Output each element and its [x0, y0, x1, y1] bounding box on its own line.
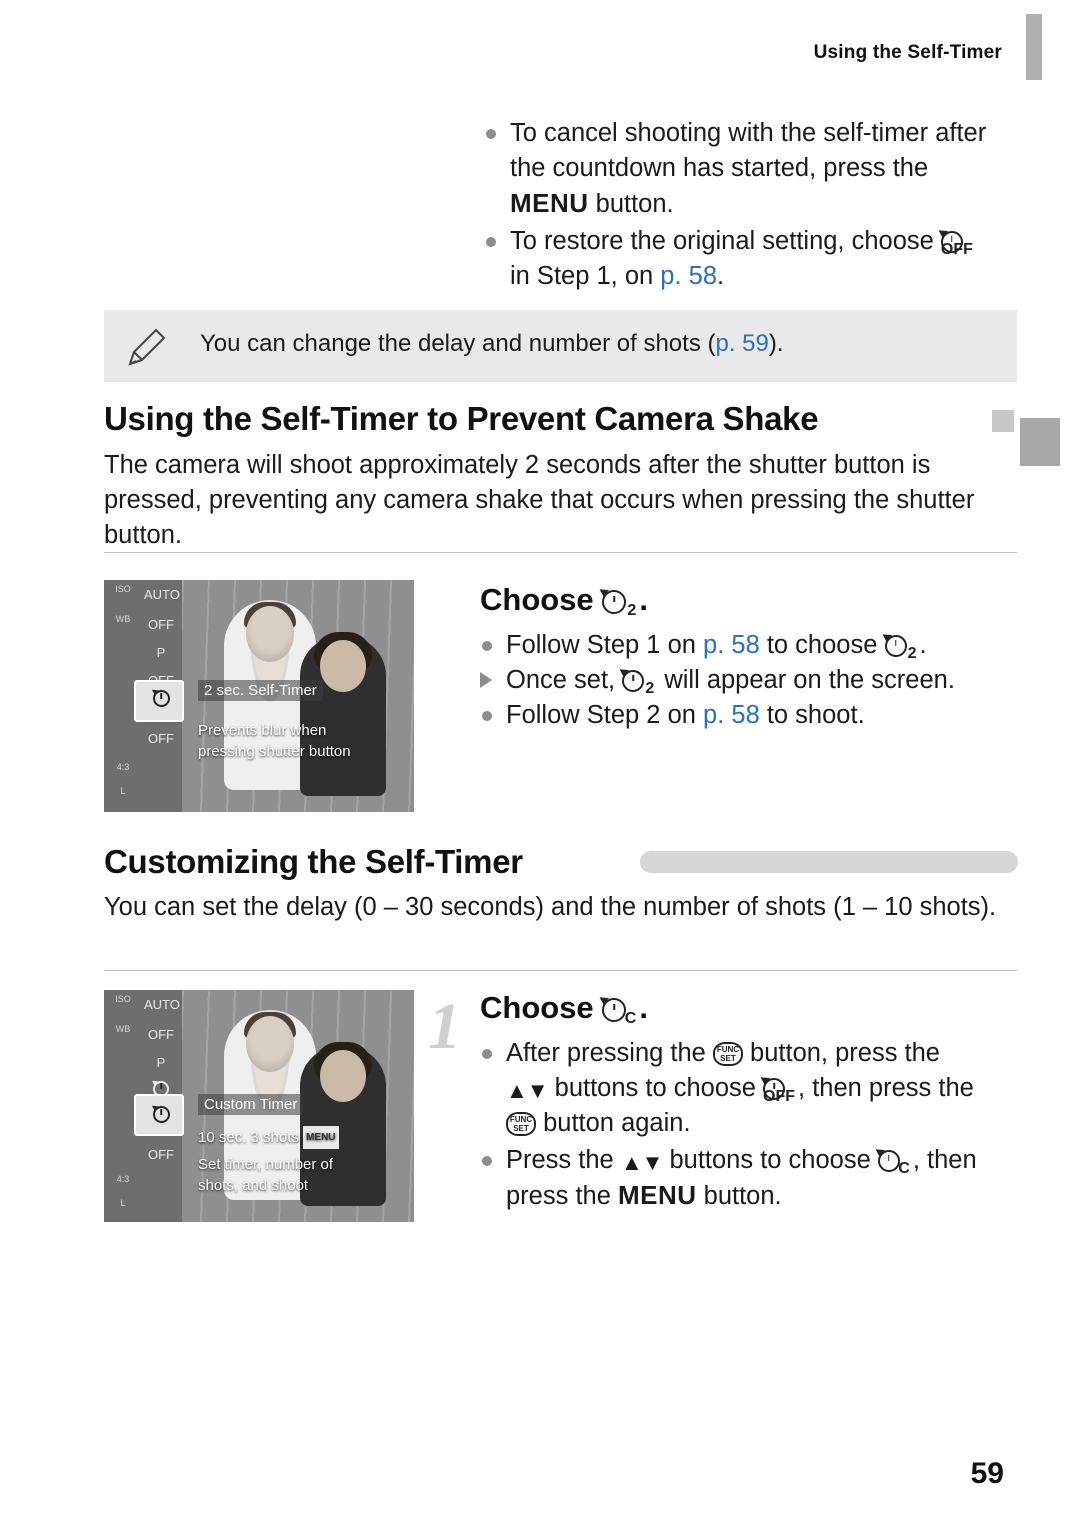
custom-timer-icon: C — [599, 993, 636, 1027]
top-bullet-list: To cancel shooting with the self-timer a… — [484, 116, 1024, 294]
section-1-paragraph: The camera will shoot approximately 2 se… — [104, 451, 975, 549]
screen-hint-1: Prevents blur when pressing shutter butt… — [198, 722, 351, 760]
bullet-text: To cancel shooting with the self-timer a… — [510, 119, 987, 218]
person-right — [300, 632, 386, 796]
page-edge-tab — [1026, 14, 1042, 80]
bullet-text: Once set, 2 will appear on the screen. — [506, 665, 955, 697]
step-bullet-list-1: Follow Step 1 on p. 58 to choose 2. Once… — [480, 628, 1025, 733]
bullet-text: To restore the original setting, choose … — [510, 226, 973, 290]
func-set-icon: FUNC SET — [506, 1112, 536, 1136]
menu-label-2: Custom Timer — [198, 1094, 304, 1115]
step-number: 1 — [428, 990, 461, 1063]
self-timer-2sec-icon: 2 — [619, 665, 654, 697]
list-item: To cancel shooting with the self-timer a… — [484, 116, 1024, 222]
list-item: Press the ▲▼ buttons to choose C, then p… — [480, 1143, 1025, 1214]
step-title-1: Choose 2. — [480, 582, 648, 619]
note-box: You can change the delay and number of s… — [104, 310, 1017, 382]
divider — [104, 552, 1017, 553]
bullet-dot-icon — [486, 237, 496, 247]
page-link[interactable]: p. 58 — [703, 631, 760, 659]
up-down-icon: ▲▼ — [620, 1150, 664, 1175]
bullet-text: Follow Step 2 on p. 58 to shoot. — [506, 701, 865, 729]
heading-marker-1 — [992, 410, 1014, 432]
divider — [104, 970, 1017, 971]
running-head: Using the Self-Timer — [813, 42, 1002, 63]
bullet-dot-icon — [482, 1156, 492, 1166]
screen-value-2: 10 sec. 3 shots MENU — [198, 1126, 339, 1149]
page-number: 59 — [970, 1457, 1004, 1490]
custom-timer-icon: C — [875, 1145, 910, 1177]
bullet-text: Press the ▲▼ buttons to choose C, then p… — [506, 1145, 977, 1210]
camera-screen-2: ISO AUTO WB OFF P OFF 4:3 L Custom Timer… — [104, 990, 414, 1222]
timer-off-icon: OFF — [760, 1073, 795, 1105]
chapter-side-tab — [1020, 418, 1060, 466]
page-link[interactable]: p. 59 — [715, 330, 768, 357]
timer-off-icon: OFF — [938, 226, 973, 258]
section-heading-2: Customizing the Self-Timer — [104, 843, 523, 880]
section-heading-1: Using the Self-Timer to Prevent Camera S… — [104, 400, 819, 437]
menu-button-icon: MENU — [617, 1180, 697, 1210]
arrow-marker-icon — [480, 672, 492, 688]
menu-button-icon: MENU — [510, 188, 589, 218]
self-timer-2sec-icon: 2 — [599, 585, 636, 619]
list-item: Follow Step 2 on p. 58 to shoot. — [480, 698, 1025, 733]
list-item: To restore the original setting, choose … — [484, 224, 1024, 294]
list-item: Once set, 2 will appear on the screen. — [480, 663, 1025, 698]
func-set-icon: FUNC SET — [712, 1042, 743, 1066]
list-item: After pressing the FUNC SET button, press… — [480, 1036, 1025, 1141]
list-item: Follow Step 1 on p. 58 to choose 2. — [480, 628, 1025, 663]
menu-label-1: 2 sec. Self-Timer — [198, 680, 323, 701]
screen-hint-2: Set timer, number of shots, and shoot — [198, 1156, 334, 1194]
page-link[interactable]: p. 58 — [660, 262, 717, 290]
menu-chip-icon: MENU — [303, 1126, 339, 1149]
bullet-text: Follow Step 1 on p. 58 to choose 2. — [506, 630, 927, 662]
pencil-icon — [128, 328, 166, 366]
self-timer-2sec-icon: 2 — [882, 630, 917, 662]
page-link[interactable]: p. 58 — [703, 701, 760, 729]
bullet-dot-icon — [486, 129, 496, 139]
camera-screen-1: ISO AUTO WB OFF P OFF OFF 4:3 L 2 sec. S… — [104, 580, 414, 812]
up-down-icon: ▲▼ — [506, 1078, 549, 1103]
bullet-dot-icon — [482, 711, 492, 721]
screen-left-menu: ISO AUTO WB OFF P OFF 4:3 L — [104, 990, 184, 1222]
bullet-dot-icon — [482, 1049, 492, 1059]
note-text: You can change the delay and number of s… — [200, 330, 784, 357]
bullet-dot-icon — [482, 641, 492, 651]
step-bullet-list-2: After pressing the FUNC SET button, press… — [480, 1036, 1025, 1214]
heading-bar-2 — [640, 851, 1018, 873]
section-2-paragraph: You can set the delay (0 – 30 seconds) a… — [104, 893, 997, 921]
bullet-text: After pressing the FUNC SET button, press… — [506, 1039, 974, 1137]
screen-left-menu: ISO AUTO WB OFF P OFF OFF 4:3 L — [104, 580, 184, 812]
step-title-2: Choose C. — [480, 990, 648, 1027]
